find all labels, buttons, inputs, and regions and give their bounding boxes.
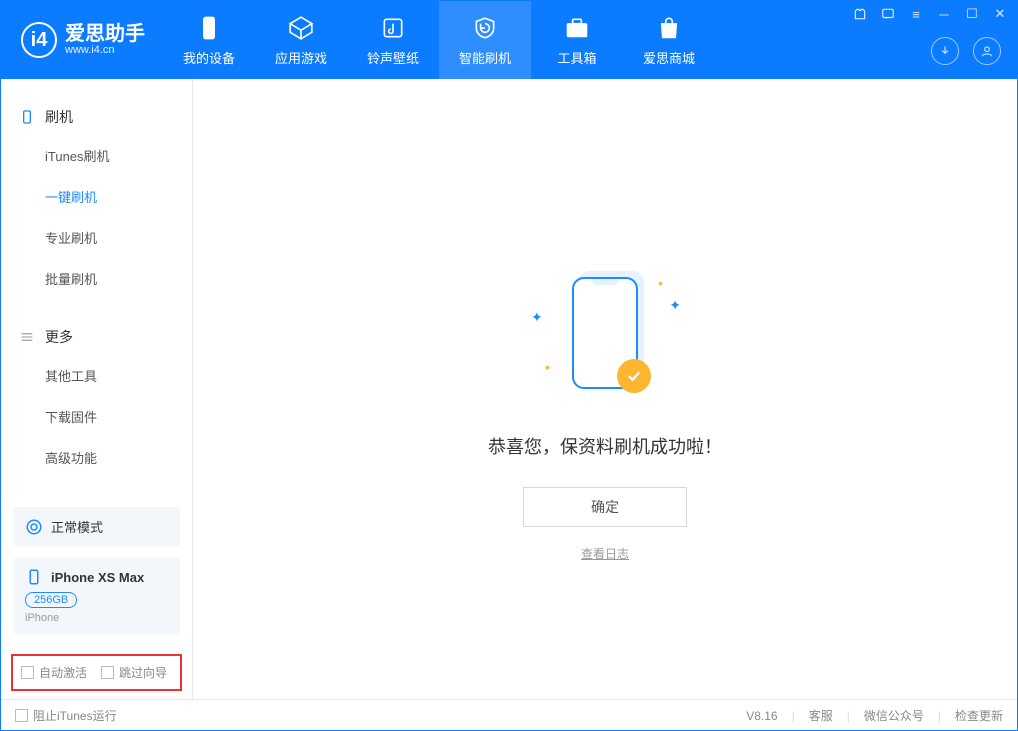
sidebar-item-other-tools[interactable]: 其他工具 — [1, 355, 192, 396]
sidebar-item-download-firmware[interactable]: 下载固件 — [1, 396, 192, 437]
mode-label: 正常模式 — [51, 517, 103, 536]
sidebar: 刷机 iTunes刷机 一键刷机 专业刷机 批量刷机 更多 其他工具 下载固件 … — [1, 79, 193, 699]
list-icon — [19, 329, 35, 345]
nav-apps[interactable]: 应用游戏 — [255, 1, 347, 79]
skin-icon[interactable] — [851, 5, 869, 23]
phone-icon — [195, 14, 223, 42]
checkbox-icon — [101, 666, 114, 679]
device-name: iPhone XS Max — [51, 570, 144, 585]
sidebar-item-batch-flash[interactable]: 批量刷机 — [1, 258, 192, 299]
auto-activate-checkbox[interactable]: 自动激活 — [21, 664, 87, 681]
success-illustration: ✦ • ✦ • — [525, 269, 685, 409]
block-itunes-checkbox[interactable]: 阻止iTunes运行 — [15, 707, 117, 724]
header: i4 爱思助手 www.i4.cn 我的设备 应用游戏 铃声壁纸 智能刷机 工具… — [1, 1, 1017, 79]
menu-icon[interactable]: ≡ — [907, 5, 925, 23]
nav-ringtones[interactable]: 铃声壁纸 — [347, 1, 439, 79]
device-storage: 256GB — [25, 592, 77, 608]
nav-flash[interactable]: 智能刷机 — [439, 1, 531, 79]
device-icon — [19, 109, 35, 125]
window-controls: ≡ ─ ☐ ✕ — [851, 5, 1009, 23]
nav-label: 铃声壁纸 — [367, 48, 419, 67]
nav-store[interactable]: 爱思商城 — [623, 1, 715, 79]
check-update-link[interactable]: 检查更新 — [955, 707, 1003, 724]
refresh-shield-icon — [471, 14, 499, 42]
user-button[interactable] — [973, 37, 1001, 65]
nav-my-device[interactable]: 我的设备 — [163, 1, 255, 79]
version-label: V8.16 — [746, 709, 777, 723]
app-logo-icon: i4 — [21, 22, 57, 58]
support-link[interactable]: 客服 — [809, 707, 833, 724]
app-url: www.i4.cn — [65, 44, 145, 56]
wechat-link[interactable]: 微信公众号 — [864, 707, 924, 724]
sync-icon — [25, 518, 43, 536]
checkbox-icon — [21, 666, 34, 679]
device-type: iPhone — [25, 612, 168, 624]
logo[interactable]: i4 爱思助手 www.i4.cn — [1, 1, 163, 79]
check-badge-icon — [617, 359, 651, 393]
footer: 阻止iTunes运行 V8.16 | 客服 | 微信公众号 | 检查更新 — [1, 699, 1017, 731]
mode-card[interactable]: 正常模式 — [13, 507, 180, 546]
cube-icon — [287, 14, 315, 42]
maximize-icon[interactable]: ☐ — [963, 5, 981, 23]
sidebar-section-flash: 刷机 — [1, 99, 192, 135]
bag-icon — [655, 14, 683, 42]
main-content: ✦ • ✦ • 恭喜您，保资料刷机成功啦！ 确定 查看日志 — [193, 79, 1017, 699]
options-highlight-box: 自动激活 跳过向导 — [11, 654, 182, 691]
close-icon[interactable]: ✕ — [991, 5, 1009, 23]
nav-label: 智能刷机 — [459, 48, 511, 67]
device-card[interactable]: iPhone XS Max 256GB iPhone — [13, 558, 180, 634]
ok-button[interactable]: 确定 — [523, 487, 687, 527]
success-message: 恭喜您，保资料刷机成功啦！ — [488, 433, 722, 459]
skip-guide-checkbox[interactable]: 跳过向导 — [101, 664, 167, 681]
sidebar-item-itunes-flash[interactable]: iTunes刷机 — [1, 135, 192, 176]
nav-label: 爱思商城 — [643, 48, 695, 67]
music-icon — [379, 14, 407, 42]
toolbox-icon — [563, 14, 591, 42]
phone-small-icon — [25, 568, 43, 586]
download-button[interactable] — [931, 37, 959, 65]
sparkle-icon: • — [545, 359, 550, 375]
sidebar-section-more: 更多 — [1, 319, 192, 355]
sparkle-icon: • — [658, 275, 663, 291]
top-nav: 我的设备 应用游戏 铃声壁纸 智能刷机 工具箱 爱思商城 — [163, 1, 715, 79]
nav-label: 工具箱 — [557, 48, 596, 67]
sidebar-item-oneclick-flash[interactable]: 一键刷机 — [1, 176, 192, 217]
checkbox-icon — [15, 709, 28, 722]
sidebar-item-advanced[interactable]: 高级功能 — [1, 437, 192, 478]
feedback-icon[interactable] — [879, 5, 897, 23]
minimize-icon[interactable]: ─ — [935, 5, 953, 23]
nav-toolbox[interactable]: 工具箱 — [531, 1, 623, 79]
view-log-link[interactable]: 查看日志 — [581, 545, 629, 562]
nav-label: 我的设备 — [183, 48, 235, 67]
sparkle-icon: ✦ — [669, 297, 681, 314]
app-title: 爱思助手 — [65, 24, 145, 44]
sidebar-item-pro-flash[interactable]: 专业刷机 — [1, 217, 192, 258]
sparkle-icon: ✦ — [531, 309, 543, 326]
nav-label: 应用游戏 — [275, 48, 327, 67]
